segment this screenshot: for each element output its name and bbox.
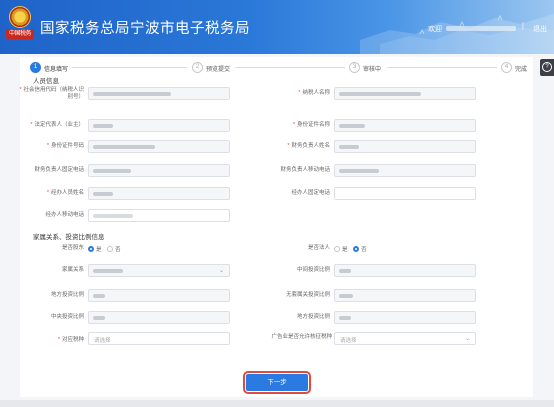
fin-name-input[interactable] xyxy=(334,140,476,153)
section-title-basic: 人员信息 xyxy=(33,78,59,85)
footer-bar xyxy=(0,400,554,407)
logo-ribbon: 中国税务 xyxy=(6,29,34,39)
form-panel xyxy=(20,57,533,397)
header-separator: | xyxy=(522,23,524,30)
step-3-number: 3 xyxy=(349,62,360,73)
label-middle-ratio: 中间投资比例 xyxy=(296,267,330,273)
agent-name-input[interactable] xyxy=(88,187,230,200)
fin-phone-input[interactable] xyxy=(88,164,230,177)
radio-no-selected[interactable] xyxy=(353,246,360,252)
question-icon: ? xyxy=(542,62,552,72)
label-fin-phone: 财务负责人固定电话 xyxy=(34,167,84,173)
step-4-number: 4 xyxy=(501,62,512,73)
step-divider xyxy=(235,67,345,68)
local-holding-input[interactable] xyxy=(334,311,476,324)
radio-no[interactable] xyxy=(107,246,114,252)
chevron-down-icon: ⌄ xyxy=(464,336,470,342)
agent-phone-input[interactable] xyxy=(334,187,476,200)
legal-radio-group[interactable]: 是 否 xyxy=(330,245,367,253)
step-2-label: 预览提交 xyxy=(206,67,231,73)
agent-mobile-input[interactable] xyxy=(88,209,230,222)
tax-logo: 中国税务 xyxy=(6,6,34,44)
label-is-shareholder: 是否股东 xyxy=(61,245,84,251)
nonlocal-ratio-input[interactable] xyxy=(334,289,476,302)
label-fin-name: * 财务负责人姓名 xyxy=(287,143,330,149)
credit-code-input[interactable] xyxy=(88,87,230,100)
radio-yes-selected[interactable] xyxy=(88,246,94,252)
shareholder-radio-group[interactable]: 是 否 xyxy=(84,245,121,253)
local-ratio-input[interactable] xyxy=(88,289,230,302)
id-number-input[interactable] xyxy=(88,140,230,153)
label-local-holding: 地方投资比例 xyxy=(296,314,330,320)
header-banner: 中国税务 国家税务总局宁波市电子税务局 欢迎 | 退出 xyxy=(0,0,554,54)
help-button[interactable]: ? xyxy=(540,59,554,76)
tax-emblem-icon xyxy=(9,6,31,28)
tax-link-input[interactable]: 请选择 xyxy=(88,332,230,345)
label-is-legal: 是否法人 xyxy=(307,245,330,251)
radio-yes[interactable] xyxy=(334,246,340,252)
label-central-ratio: 中央投资比例 xyxy=(50,314,84,320)
step-divider xyxy=(72,67,187,68)
step-1-number: 1 xyxy=(30,62,41,73)
label-agent-phone: 经办人固定电话 xyxy=(291,190,330,196)
label-local-ratio: 地方投资比例 xyxy=(50,292,84,298)
label-id-type: * 身份证件名称 xyxy=(292,122,330,128)
legal-rep-input[interactable] xyxy=(88,119,230,132)
step-2-number: 2 xyxy=(192,62,203,73)
label-agent-mobile: 经办人移动电话 xyxy=(45,212,84,218)
label-nonlocal-ratio: 无套属关投资比例 xyxy=(285,292,330,298)
next-step-button[interactable]: 下一步 xyxy=(243,371,311,394)
id-type-input[interactable] xyxy=(334,119,476,132)
family-relation-select[interactable]: ⌄ xyxy=(88,264,230,277)
fin-mobile-input[interactable] xyxy=(334,164,476,177)
label-legal-rep: * 法定代表人（业主） xyxy=(30,122,84,128)
site-title: 国家税务总局宁波市电子税务局 xyxy=(40,21,250,37)
label-taxpayer-name: * 纳税人名称 xyxy=(298,90,330,96)
section-title-family: 家属关系、投资比例信息 xyxy=(33,234,105,241)
middle-ratio-input[interactable] xyxy=(334,264,476,277)
step-4-label: 完成 xyxy=(515,67,528,73)
logout-link[interactable]: 退出 xyxy=(533,24,547,34)
industry-tax-select[interactable]: 请选择 ⌄ xyxy=(334,332,476,345)
step-divider xyxy=(387,67,497,68)
chevron-down-icon: ⌄ xyxy=(218,268,224,274)
welcome-label: 欢迎 xyxy=(428,26,442,33)
step-1-label: 信息填写 xyxy=(44,67,69,73)
central-ratio-input[interactable] xyxy=(88,311,230,324)
label-credit-code: * 社会信用代码（纳税人识别号） xyxy=(19,87,84,100)
label-fin-mobile: 财务负责人移动电话 xyxy=(280,167,330,173)
taxpayer-name-input[interactable] xyxy=(334,87,476,100)
label-family-relation: 家属关系 xyxy=(61,267,84,273)
label-agent-name: * 经办人员姓名 xyxy=(46,190,84,196)
label-tax-link: * 对应税种 xyxy=(57,337,84,343)
label-industry-tax: 广告业是否允许核征税种 xyxy=(271,334,332,340)
step-3-label: 审核中 xyxy=(363,67,382,73)
user-name-redacted xyxy=(446,26,516,31)
progress-steps: 1 信息填写 2 预览提交 3 审核中 4 完成 xyxy=(30,62,527,74)
label-id-number: * 身份证件号码 xyxy=(46,143,84,149)
